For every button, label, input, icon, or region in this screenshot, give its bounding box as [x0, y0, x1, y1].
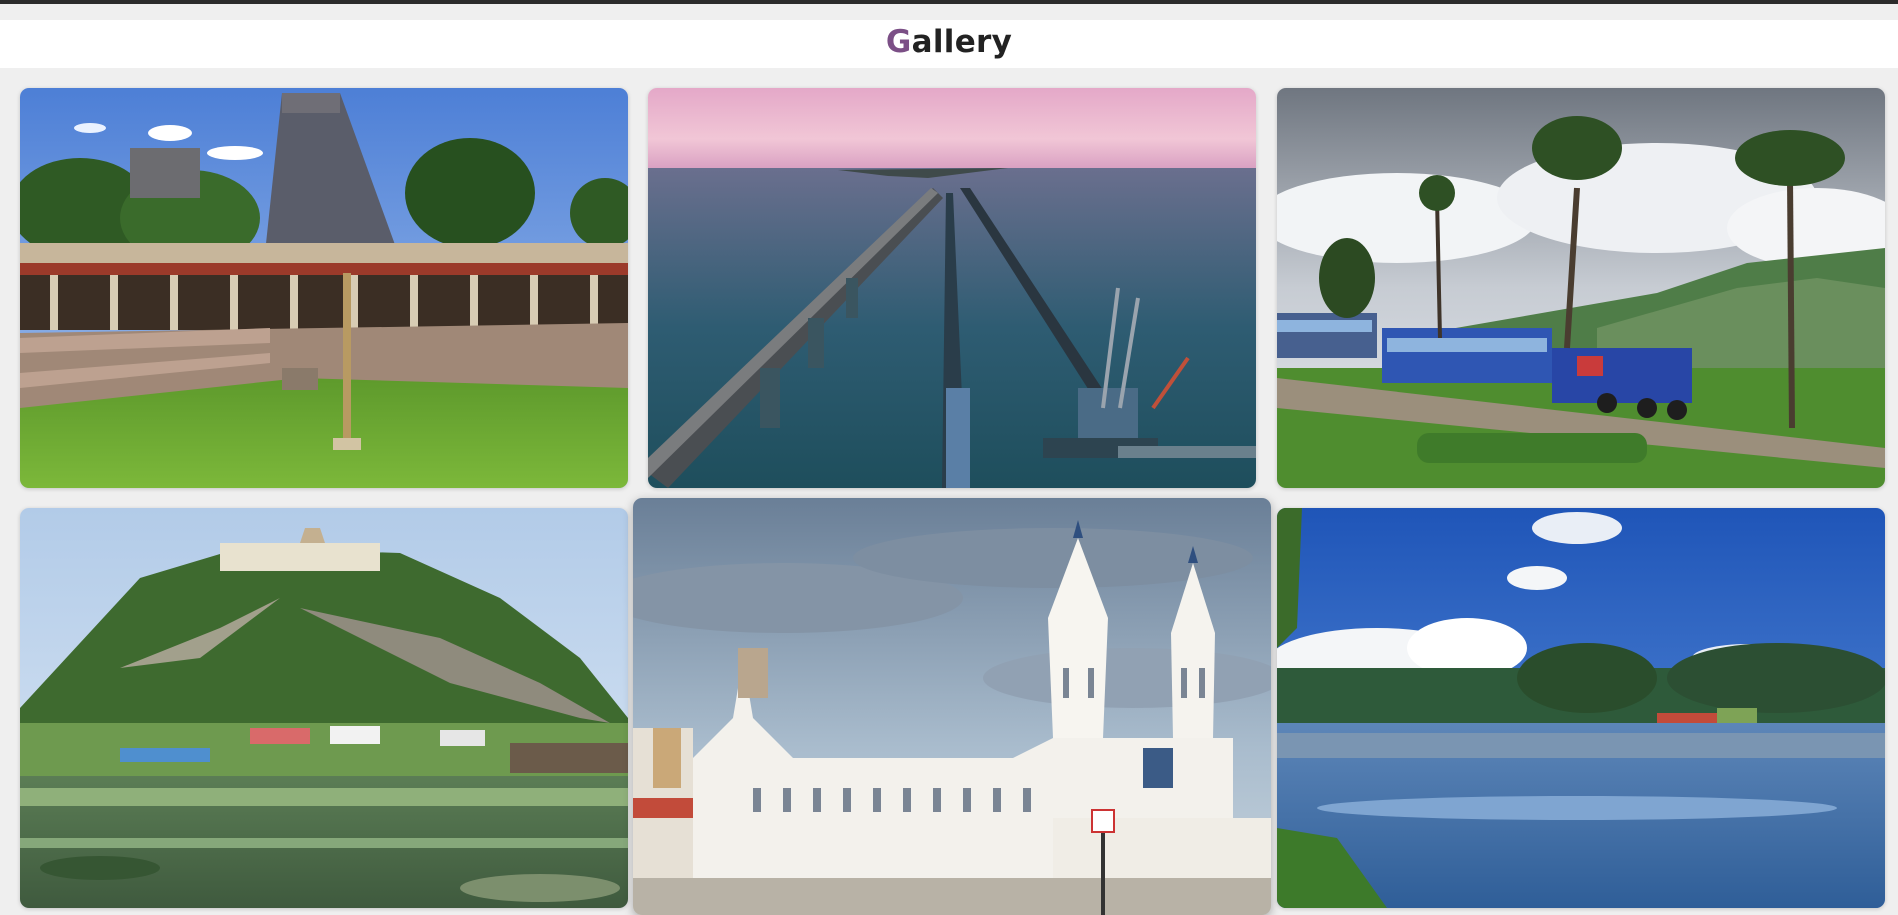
- mountain-lake-image: [1277, 508, 1885, 908]
- toy-train-image: [1277, 88, 1885, 488]
- gallery-card-white-church[interactable]: [633, 498, 1271, 915]
- gallery-card-sea-bridge[interactable]: [648, 88, 1256, 488]
- sea-bridge-image: [648, 88, 1256, 488]
- gallery-card-hill-temple-lake[interactable]: [20, 508, 628, 908]
- page-title: Gallery: [886, 21, 1012, 63]
- page-title-rest: allery: [911, 24, 1013, 60]
- gallery-card-temple-tank[interactable]: [20, 88, 628, 488]
- gallery-card-mountain-lake[interactable]: [1277, 508, 1885, 908]
- white-church-image: [633, 498, 1271, 915]
- hill-temple-lake-image: [20, 508, 628, 908]
- top-border: [0, 0, 1898, 4]
- page-header: Gallery: [0, 20, 1898, 68]
- page-title-first-letter: G: [885, 24, 912, 60]
- gallery-card-toy-train[interactable]: [1277, 88, 1885, 488]
- temple-tank-image: [20, 88, 628, 488]
